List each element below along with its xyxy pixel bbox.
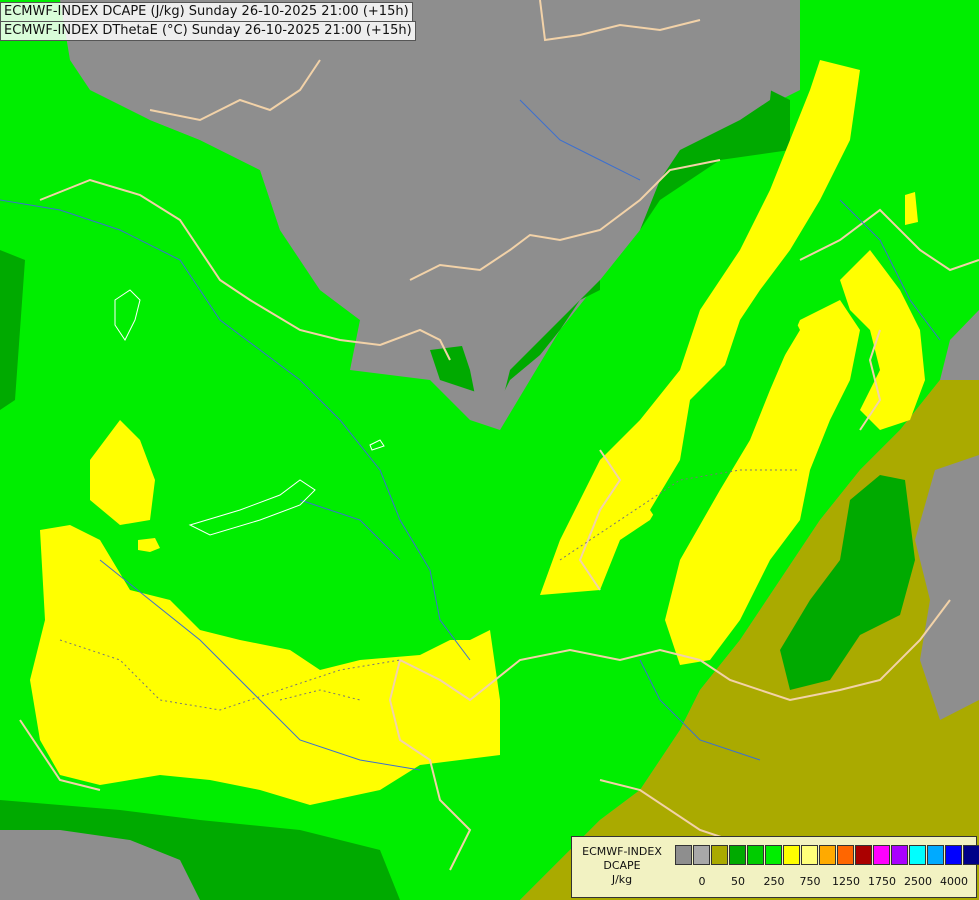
legend-swatch — [783, 845, 800, 865]
legend-swatch — [855, 845, 872, 865]
legend-swatch — [891, 845, 908, 865]
legend-tick-label: 4000 — [940, 875, 968, 888]
legend-swatches — [675, 845, 979, 865]
legend-tick-label: 750 — [799, 875, 821, 888]
map-title-dthetae: ECMWF-INDEX DThetaE (°C) Sunday 26-10-20… — [0, 21, 416, 41]
legend-tick-label: 250 — [763, 875, 785, 888]
legend-swatch — [801, 845, 818, 865]
legend: ECMWF-INDEX DCAPE J/kg 0 50 250 750 1250 1750… — [571, 836, 979, 898]
legend-title-line2: DCAPE — [603, 859, 641, 872]
legend-swatch — [693, 845, 710, 865]
legend-ticks: 0 50 250 750 1250 1750 2500 4000 — [675, 875, 975, 889]
legend-title-line1: ECMWF-INDEX — [582, 845, 662, 858]
legend-swatch — [909, 845, 926, 865]
legend-swatch — [837, 845, 854, 865]
legend-title: ECMWF-INDEX DCAPE J/kg — [572, 845, 672, 887]
legend-tick-label: 1750 — [868, 875, 896, 888]
legend-swatch — [729, 845, 746, 865]
legend-swatch — [711, 845, 728, 865]
legend-swatch — [765, 845, 782, 865]
legend-tick-label: 2500 — [904, 875, 932, 888]
legend-swatch — [963, 845, 979, 865]
legend-swatch — [819, 845, 836, 865]
legend-tick-label: 0 — [698, 875, 706, 888]
legend-swatch — [945, 845, 962, 865]
legend-swatch — [873, 845, 890, 865]
legend-swatch — [927, 845, 944, 865]
legend-swatch — [675, 845, 692, 865]
legend-tick-label: 50 — [731, 875, 745, 888]
map-title-dcape: ECMWF-INDEX DCAPE (J/kg) Sunday 26-10-20… — [0, 2, 413, 22]
weather-map — [0, 0, 979, 900]
legend-title-line3: J/kg — [611, 873, 633, 886]
legend-tick-label: 1250 — [832, 875, 860, 888]
legend-swatch — [747, 845, 764, 865]
